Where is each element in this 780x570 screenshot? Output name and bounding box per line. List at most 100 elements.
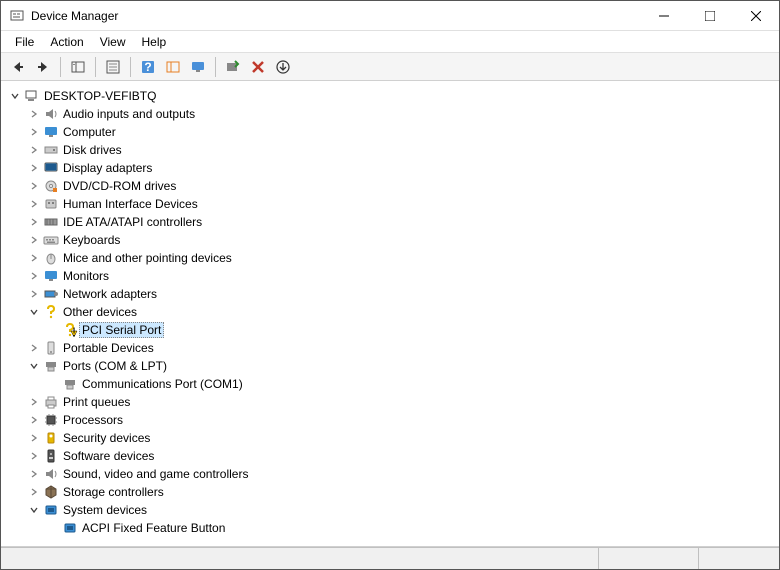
chevron-right-icon[interactable]: [28, 396, 40, 408]
system-blue-icon: [62, 520, 78, 536]
chevron-right-icon[interactable]: [28, 486, 40, 498]
statusbar: [1, 547, 779, 569]
tree-node[interactable]: Communications Port (COM1): [5, 375, 775, 393]
printer-icon: [43, 394, 59, 410]
display-icon: [43, 160, 59, 176]
chevron-right-icon[interactable]: [28, 252, 40, 264]
tree-node[interactable]: Print queues: [5, 393, 775, 411]
uninstall-button[interactable]: [247, 56, 269, 78]
status-cell-main: [1, 548, 599, 569]
tree-node[interactable]: ACPI Fixed Feature Button: [5, 519, 775, 537]
properties-button[interactable]: [102, 56, 124, 78]
tree-node-label: IDE ATA/ATAPI controllers: [63, 215, 202, 229]
device-tree[interactable]: DESKTOP-VEFIBTQAudio inputs and outputs C…: [1, 81, 779, 547]
chevron-right-icon[interactable]: [28, 450, 40, 462]
tree-node[interactable]: Display adapters: [5, 159, 775, 177]
close-icon: [751, 11, 761, 21]
tree-node[interactable]: Disk drives: [5, 141, 775, 159]
tree-node-label: Display adapters: [63, 161, 152, 175]
tree-node[interactable]: Monitors: [5, 267, 775, 285]
tree-node[interactable]: Human Interface Devices: [5, 195, 775, 213]
tree-node[interactable]: Keyboards: [5, 231, 775, 249]
tree-node[interactable]: Ports (COM & LPT): [5, 357, 775, 375]
chevron-right-icon[interactable]: [28, 162, 40, 174]
tree-node-label: Disk drives: [63, 143, 122, 157]
tree-node-label: Network adapters: [63, 287, 157, 301]
chevron-right-icon[interactable]: [28, 288, 40, 300]
menu-action[interactable]: Action: [42, 33, 91, 51]
chevron-right-icon[interactable]: [28, 126, 40, 138]
action-button[interactable]: [162, 56, 184, 78]
chevron-down-icon[interactable]: [28, 360, 40, 372]
chevron-down-icon[interactable]: [28, 504, 40, 516]
svg-text:?: ?: [144, 60, 151, 74]
status-cell-3: [699, 548, 779, 569]
chevron-right-icon[interactable]: [28, 108, 40, 120]
chevron-right-icon[interactable]: [28, 432, 40, 444]
maximize-button[interactable]: [687, 1, 733, 31]
separator: [130, 57, 131, 77]
tree-node[interactable]: Processors: [5, 411, 775, 429]
x-icon: [250, 59, 266, 75]
storage-icon: [43, 484, 59, 500]
chevron-right-icon[interactable]: [28, 414, 40, 426]
tree-node[interactable]: System devices: [5, 501, 775, 519]
forward-button[interactable]: [32, 56, 54, 78]
tree-node[interactable]: Network adapters: [5, 285, 775, 303]
update-driver-button[interactable]: [272, 56, 294, 78]
tree-node[interactable]: Mice and other pointing devices: [5, 249, 775, 267]
tree-node-label: Storage controllers: [63, 485, 164, 499]
tree-node[interactable]: Other devices: [5, 303, 775, 321]
scan-hardware-button[interactable]: [222, 56, 244, 78]
cdrom-icon: [43, 178, 59, 194]
menu-view[interactable]: View: [92, 33, 134, 51]
drive-icon: [43, 142, 59, 158]
chevron-right-icon[interactable]: [28, 198, 40, 210]
menu-help[interactable]: Help: [134, 33, 175, 51]
status-cell-2: [599, 548, 699, 569]
back-button[interactable]: [7, 56, 29, 78]
tree-node[interactable]: Computer: [5, 123, 775, 141]
tree-node[interactable]: DESKTOP-VEFIBTQ: [5, 87, 775, 105]
tree-node-label: Computer: [63, 125, 116, 139]
tree-node[interactable]: Storage controllers: [5, 483, 775, 501]
monitor-blue-icon: [43, 268, 59, 284]
portable-icon: [43, 340, 59, 356]
chevron-right-icon[interactable]: [28, 144, 40, 156]
tree-node-label: Keyboards: [63, 233, 120, 247]
tree-node[interactable]: !PCI Serial Port: [5, 321, 775, 339]
separator: [95, 57, 96, 77]
minimize-button[interactable]: [641, 1, 687, 31]
chevron-right-icon[interactable]: [28, 216, 40, 228]
chevron-right-icon[interactable]: [28, 180, 40, 192]
port-icon: [43, 358, 59, 374]
chevron-down-icon[interactable]: [9, 90, 21, 102]
tree-panel-icon: [70, 59, 86, 75]
tree-node[interactable]: IDE ATA/ATAPI controllers: [5, 213, 775, 231]
chevron-right-icon[interactable]: [28, 270, 40, 282]
tree-node[interactable]: Portable Devices: [5, 339, 775, 357]
chevron-right-icon[interactable]: [28, 342, 40, 354]
show-monitor-button[interactable]: [187, 56, 209, 78]
arrow-left-icon: [10, 59, 26, 75]
tree-node[interactable]: DVD/CD-ROM drives: [5, 177, 775, 195]
chevron-right-icon[interactable]: [28, 234, 40, 246]
tree-node[interactable]: Software devices: [5, 447, 775, 465]
tree-node[interactable]: Security devices: [5, 429, 775, 447]
keyboard-icon: [43, 232, 59, 248]
tree-node[interactable]: Audio inputs and outputs: [5, 105, 775, 123]
tree-node-label: System devices: [63, 503, 147, 517]
help-icon: ?: [140, 59, 156, 75]
security-icon: [43, 430, 59, 446]
down-circle-icon: [275, 59, 291, 75]
tree-node[interactable]: Sound, video and game controllers: [5, 465, 775, 483]
properties-icon: [105, 59, 121, 75]
menu-file[interactable]: File: [7, 33, 42, 51]
chevron-down-icon[interactable]: [28, 306, 40, 318]
chevron-right-icon[interactable]: [28, 468, 40, 480]
show-hide-tree-button[interactable]: [67, 56, 89, 78]
close-button[interactable]: [733, 1, 779, 31]
help-button[interactable]: ?: [137, 56, 159, 78]
tree-node-label: Human Interface Devices: [63, 197, 198, 211]
tree-node-label: Sound, video and game controllers: [63, 467, 248, 481]
